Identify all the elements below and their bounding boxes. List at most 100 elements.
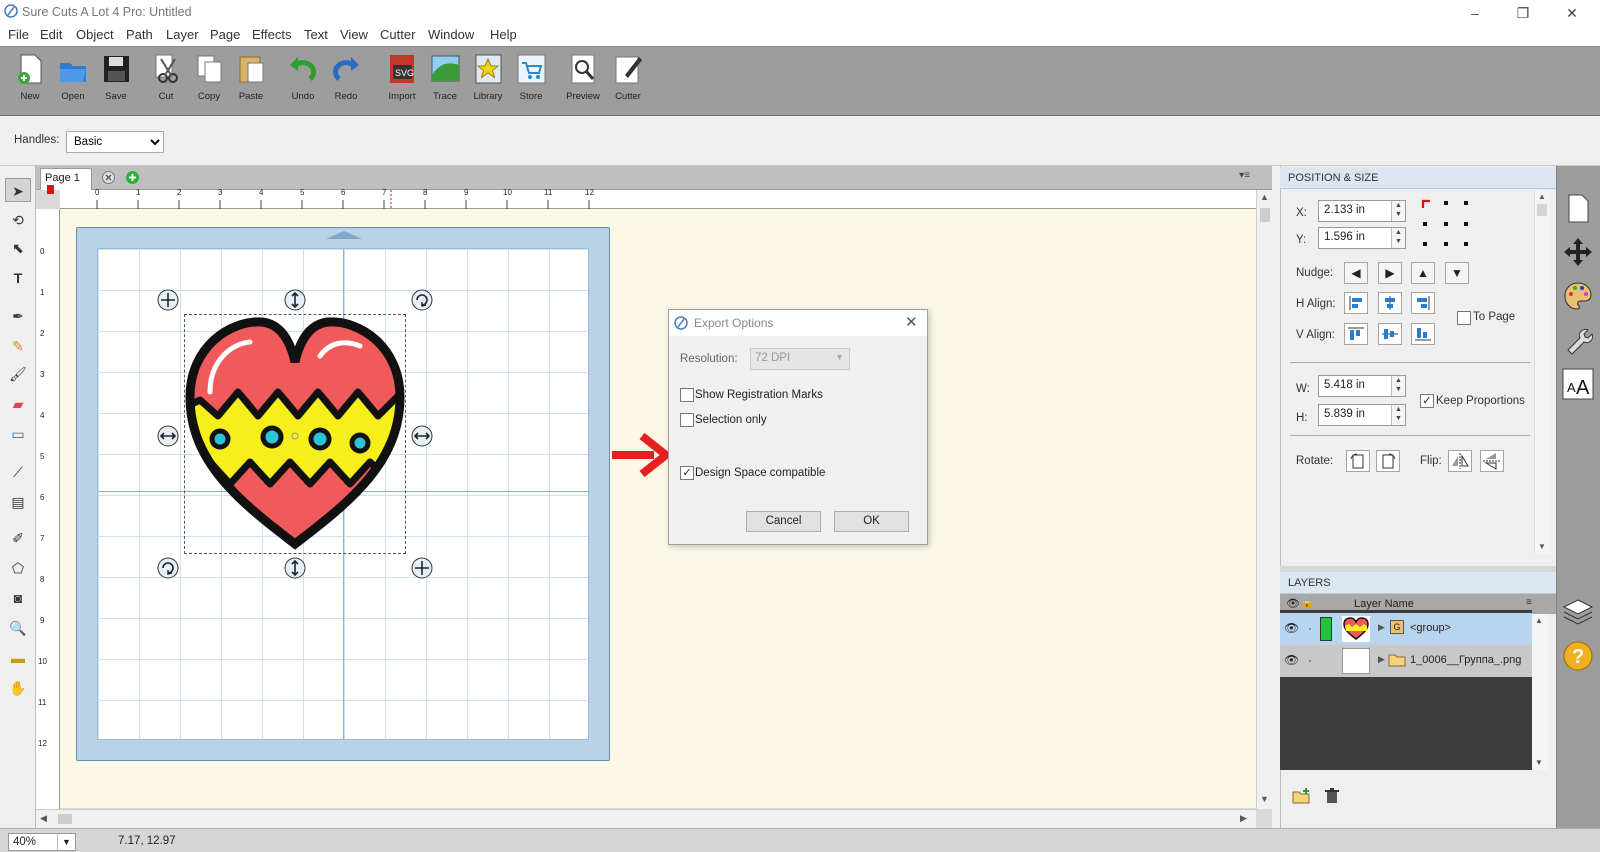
handles-select[interactable]: Basic [66, 131, 164, 153]
move-handle-icon[interactable] [156, 288, 180, 312]
rotate-handle-icon[interactable] [410, 288, 434, 312]
delete-layer-icon[interactable] [1324, 788, 1340, 804]
pencil-tool-icon[interactable]: ✎ [5, 334, 31, 358]
scale-handle-icon[interactable] [410, 556, 434, 580]
import-button[interactable]: SVG Import [381, 53, 423, 113]
scroll-right-icon[interactable]: ▶ [1240, 813, 1247, 824]
weld-tool-icon[interactable]: ◙ [5, 586, 31, 610]
keep-proportions-checkbox[interactable]: ✓ [1420, 394, 1434, 408]
resize-horizontal-handle-icon[interactable] [156, 424, 180, 448]
copy-button[interactable]: Copy [188, 53, 230, 113]
move-position-icon[interactable] [1562, 236, 1594, 268]
paste-button[interactable]: Paste [230, 53, 272, 113]
vertical-scrollbar[interactable]: ▲ ▼ [1256, 190, 1272, 809]
cutter-button[interactable]: Cutter [607, 53, 649, 113]
menu-edit[interactable]: Edit [40, 27, 62, 42]
design-space-compatible-checkbox[interactable]: ✓ [680, 466, 694, 480]
layer-row[interactable]: 👁 · ▶ 1_0006__Группа_.png [1280, 645, 1532, 677]
nudge-left-icon[interactable]: ◀ [1344, 262, 1368, 284]
nudge-up-icon[interactable]: ▲ [1411, 262, 1435, 284]
transform-tool-icon[interactable]: ⬠ [5, 556, 31, 580]
zoom-tool-icon[interactable]: 🔍 [5, 616, 31, 640]
add-layer-icon[interactable] [1292, 788, 1310, 804]
menu-view[interactable]: View [340, 27, 368, 42]
menu-window[interactable]: Window [428, 27, 474, 42]
cancel-button[interactable]: Cancel [746, 511, 821, 532]
scroll-down-icon[interactable]: ▼ [1538, 542, 1546, 551]
knife-tool-icon[interactable]: ✐ [5, 526, 31, 550]
x-spinner[interactable]: ▲ ▼ [1391, 201, 1405, 221]
align-center-icon[interactable] [1378, 292, 1402, 314]
menu-file[interactable]: File [8, 27, 29, 42]
scroll-thumb[interactable] [1537, 204, 1547, 216]
layers-scrollbar[interactable]: ▲ ▼ [1532, 614, 1548, 770]
y-spinner[interactable]: ▲ ▼ [1391, 228, 1405, 248]
new-button[interactable]: New [9, 53, 51, 113]
selection-only-checkbox[interactable] [680, 413, 694, 427]
menu-layer[interactable]: Layer [166, 27, 199, 42]
heart-design[interactable] [180, 312, 410, 556]
scroll-up-icon[interactable]: ▲ [1260, 192, 1269, 202]
menu-effects[interactable]: Effects [252, 27, 292, 42]
open-button[interactable]: Open [52, 53, 94, 113]
horizontal-scrollbar[interactable]: ◀ ▶ [36, 809, 1256, 828]
lock-toggle[interactable]: · [1308, 653, 1312, 667]
hand-tool-icon[interactable]: ✋ [5, 676, 31, 700]
resolution-select[interactable]: 72 DPI ▼ [750, 348, 850, 370]
lasso-tool-icon[interactable]: ⟲ [5, 208, 31, 232]
brush-tool-icon[interactable]: 🖌 [5, 362, 31, 386]
layer-row[interactable]: 👁 · ▶ G <group> [1280, 613, 1532, 645]
save-button[interactable]: Save [95, 53, 137, 113]
text-size-icon[interactable]: AA [1562, 368, 1594, 400]
rectangle-tool-icon[interactable]: ▭ [5, 422, 31, 446]
visibility-eye-icon[interactable]: 👁 [1284, 621, 1299, 635]
align-top-icon[interactable] [1344, 323, 1368, 345]
resize-horizontal-handle-icon[interactable] [410, 424, 434, 448]
wrench-settings-icon[interactable] [1562, 324, 1594, 356]
menu-help[interactable]: Help [490, 27, 517, 42]
scroll-thumb[interactable] [1260, 208, 1270, 222]
scroll-down-icon[interactable]: ▼ [1260, 794, 1269, 804]
pen-tool-icon[interactable]: ✒ [5, 304, 31, 328]
height-spinner[interactable]: ▲ ▼ [1391, 405, 1405, 425]
width-spinner[interactable]: ▲ ▼ [1391, 376, 1405, 396]
text-tool-icon[interactable]: T [5, 266, 31, 290]
undo-button[interactable]: Undo [282, 53, 324, 113]
expand-arrow-icon[interactable]: ▶ [1378, 622, 1385, 633]
add-page-icon[interactable] [125, 170, 140, 185]
flip-horizontal-icon[interactable] [1448, 450, 1472, 472]
menu-cutter[interactable]: Cutter [380, 27, 415, 42]
expand-arrow-icon[interactable]: ▶ [1378, 654, 1385, 665]
resize-vertical-handle-icon[interactable] [283, 556, 307, 580]
menu-path[interactable]: Path [126, 27, 153, 42]
node-edit-tool-icon[interactable]: ⬉ [5, 236, 31, 260]
align-left-icon[interactable] [1344, 292, 1368, 314]
layers-stack-icon[interactable] [1562, 596, 1594, 628]
nudge-down-icon[interactable]: ▼ [1445, 262, 1469, 284]
scroll-down-icon[interactable]: ▼ [1535, 758, 1543, 767]
tab-page-1[interactable]: Page 1 [40, 168, 92, 194]
lock-toggle[interactable]: · [1308, 621, 1312, 635]
library-button[interactable]: Library [467, 53, 509, 113]
height-input[interactable]: 5.839 in ▲ ▼ [1318, 404, 1406, 426]
store-button[interactable]: Store [510, 53, 552, 113]
to-page-checkbox[interactable] [1457, 311, 1471, 325]
align-bottom-icon[interactable] [1411, 323, 1435, 345]
help-icon[interactable]: ? [1562, 640, 1594, 672]
layer-color-swatch[interactable] [1320, 617, 1332, 641]
nudge-right-icon[interactable]: ▶ [1378, 262, 1402, 284]
menu-page[interactable]: Page [210, 27, 240, 42]
align-middle-icon[interactable] [1378, 323, 1402, 345]
restore-button[interactable]: ❐ [1508, 3, 1538, 23]
zoom-select[interactable]: 40% ▼ [8, 833, 76, 851]
scroll-thumb[interactable] [58, 814, 72, 824]
color-palette-icon[interactable] [1562, 280, 1594, 312]
x-input[interactable]: 2.133 in ▲ ▼ [1318, 200, 1406, 222]
rotate-handle-icon[interactable] [156, 556, 180, 580]
rotate-right-icon[interactable] [1376, 450, 1400, 472]
menu-text[interactable]: Text [304, 27, 328, 42]
ok-button[interactable]: OK [834, 511, 909, 532]
trace-button[interactable]: Trace [424, 53, 466, 113]
cut-button[interactable]: Cut [145, 53, 187, 113]
close-page-icon[interactable] [101, 170, 116, 185]
